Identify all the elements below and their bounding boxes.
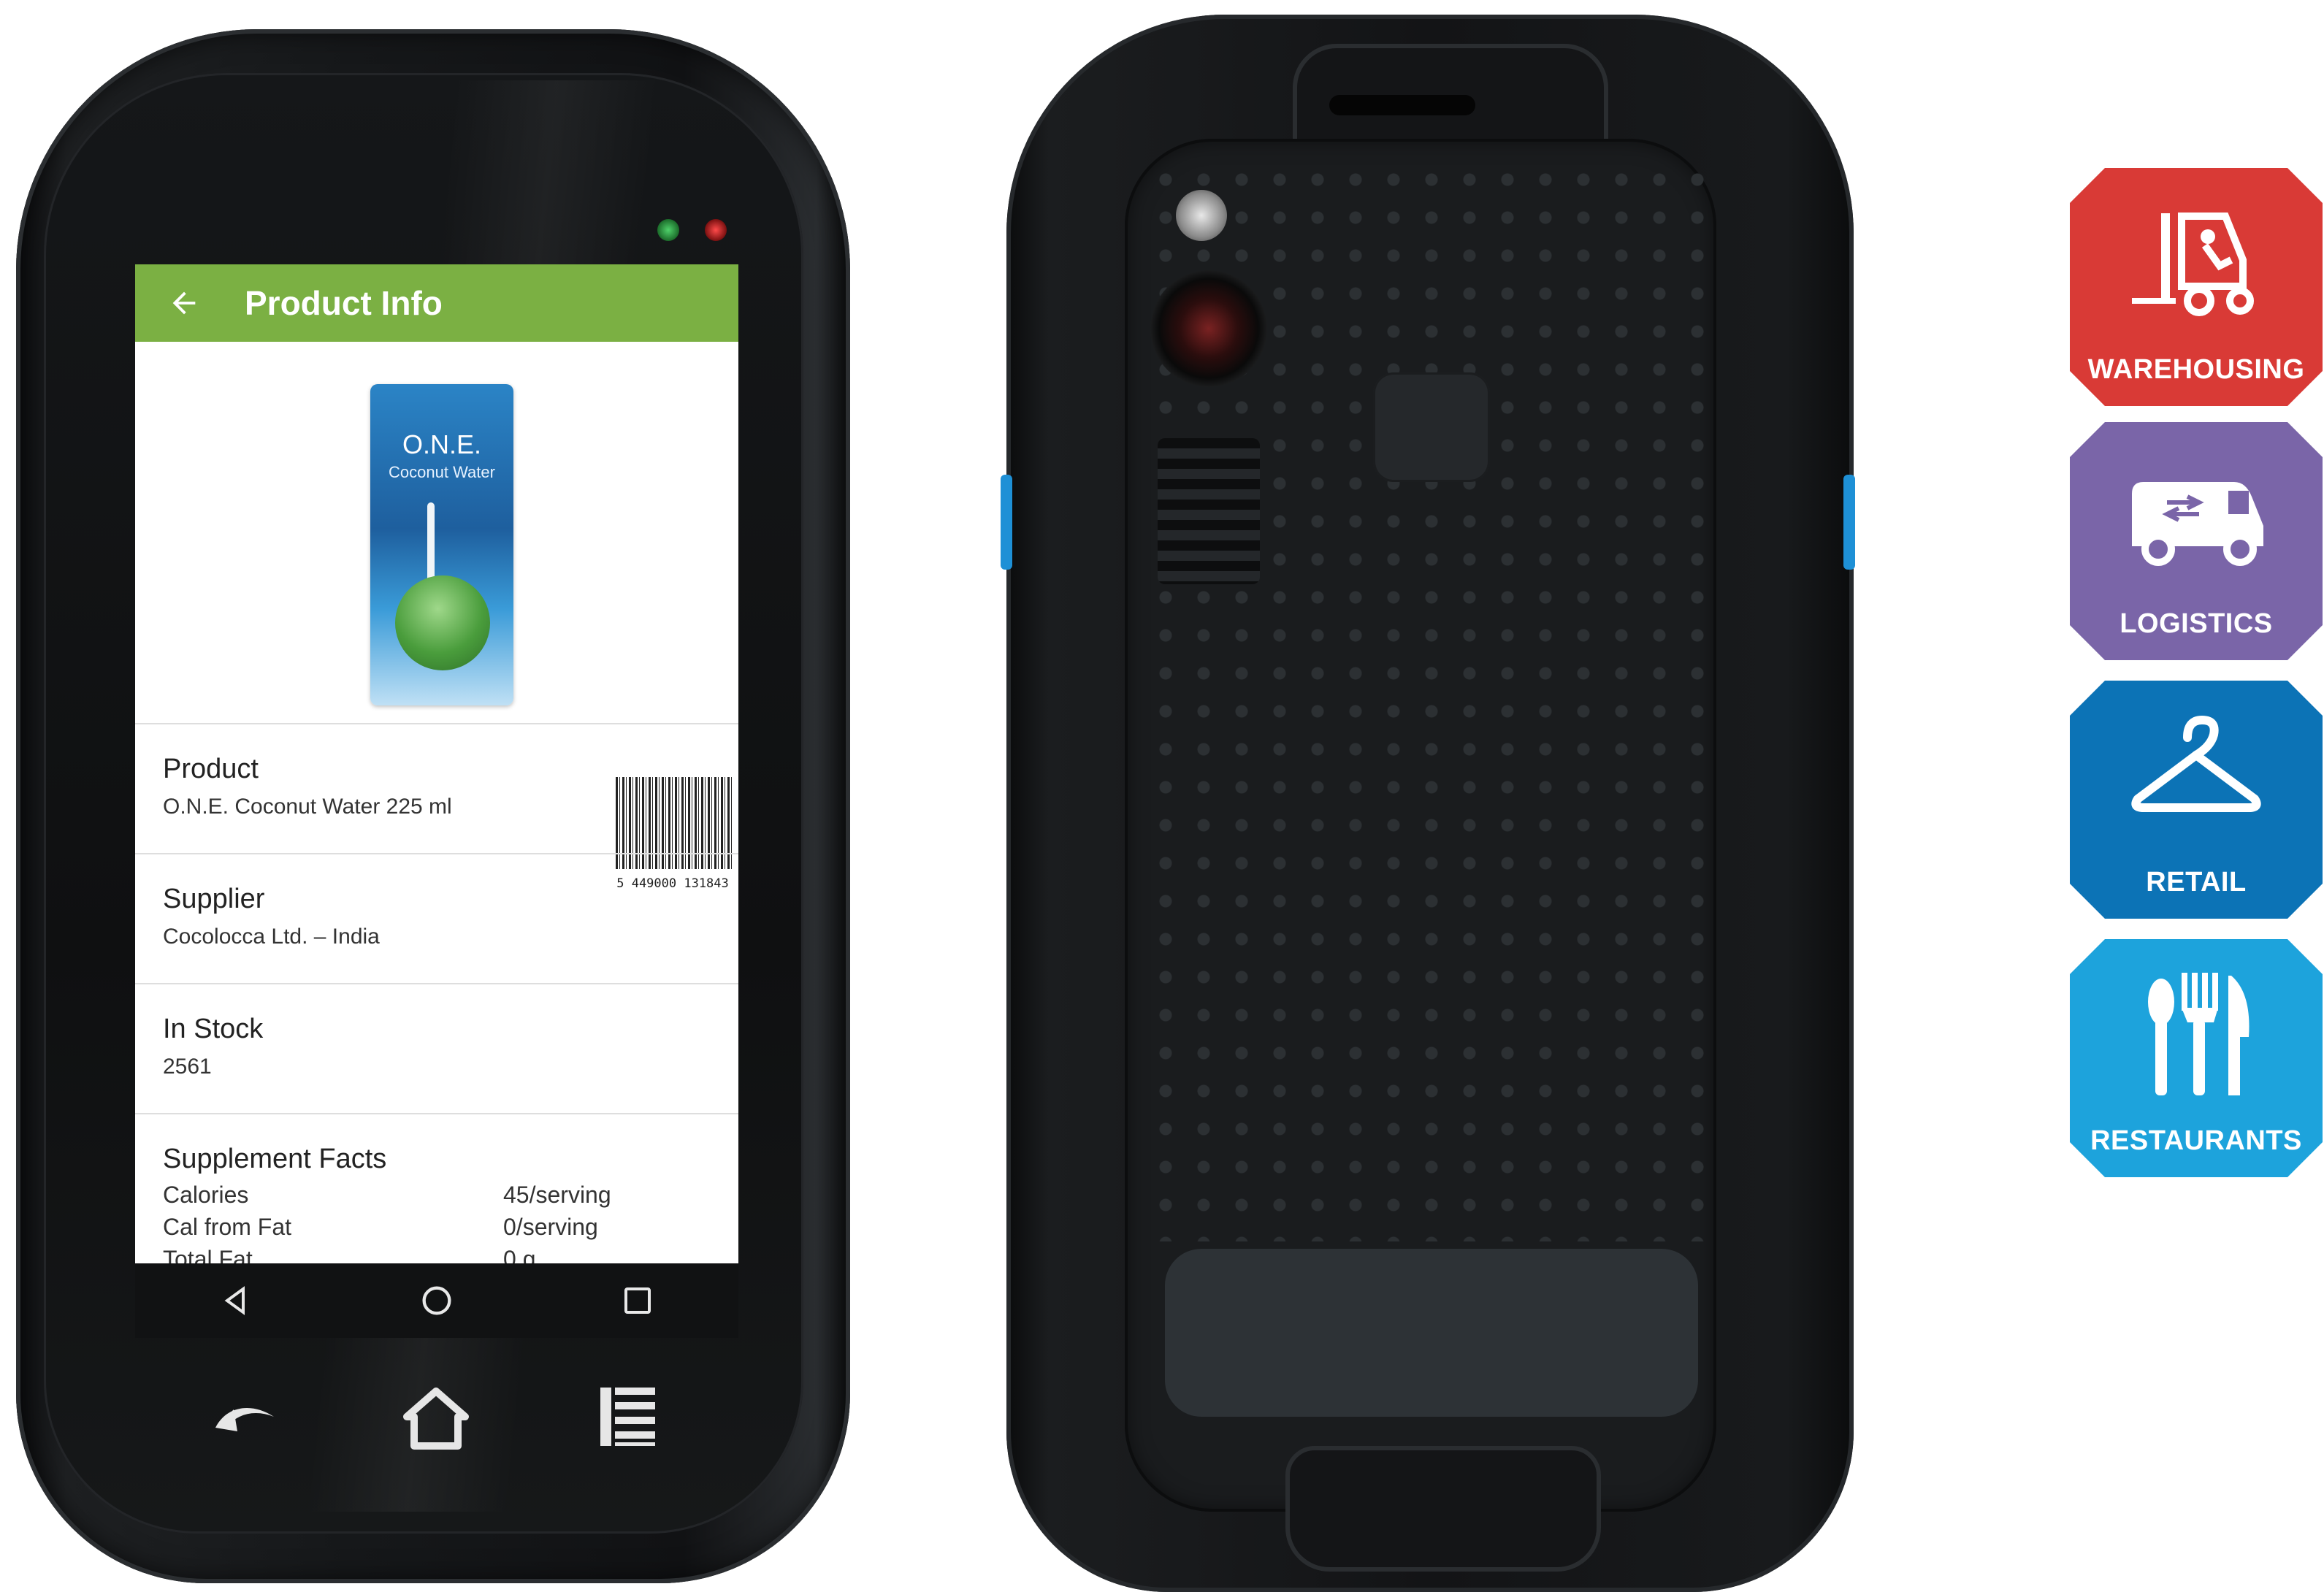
recents-square-icon xyxy=(624,1287,651,1314)
fingerprint-sensor xyxy=(1373,372,1490,482)
page-title: Product Info xyxy=(245,284,443,322)
top-slot xyxy=(1329,95,1475,115)
hw-menu-button[interactable] xyxy=(582,1373,670,1461)
info-label: Supplier xyxy=(163,884,265,914)
battery-label-plate xyxy=(1165,1249,1698,1417)
back-arrow-icon xyxy=(215,1408,274,1431)
coconut-graphic xyxy=(395,575,490,670)
van-icon xyxy=(2132,482,2263,566)
product-subtitle: Coconut Water xyxy=(389,463,495,481)
back-arrow-icon[interactable] xyxy=(167,286,201,320)
info-row-in-stock: In Stock 2561 xyxy=(135,983,738,1113)
rear-camera-lens xyxy=(1150,270,1267,387)
device-screen: Product Info O.N.E. Coconut Water 5 4490… xyxy=(135,264,738,1338)
badge-label: RESTAURANTS xyxy=(2090,1125,2302,1156)
badge-label: LOGISTICS xyxy=(2119,608,2273,639)
bottom-clip xyxy=(1285,1446,1601,1572)
cutlery-icon xyxy=(2148,973,2250,1095)
fact-value: 0/serving xyxy=(503,1214,598,1240)
home-circle-icon xyxy=(422,1286,451,1315)
product-image-area: O.N.E. Coconut Water xyxy=(135,342,738,705)
menu-list-icon xyxy=(600,1388,655,1446)
info-row-product: Product O.N.E. Coconut Water 225 ml xyxy=(135,723,738,853)
badge-logistics: LOGISTICS xyxy=(2070,422,2323,660)
info-value: Cocolocca Ltd. – India xyxy=(163,925,380,949)
info-label: Product xyxy=(163,754,259,784)
fact-name: Cal from Fat xyxy=(163,1214,292,1240)
nav-home-button[interactable] xyxy=(408,1271,466,1330)
status-led-green xyxy=(657,219,679,241)
badge-warehousing: WAREHOUSING xyxy=(2070,168,2323,406)
badge-label: WAREHOUSING xyxy=(2087,354,2305,385)
info-value: O.N.E. Coconut Water 225 ml xyxy=(163,795,452,819)
info-value: 2561 xyxy=(163,1055,212,1079)
hanger-icon xyxy=(2131,715,2261,812)
side-scan-key-left[interactable] xyxy=(1001,475,1012,570)
info-label: In Stock xyxy=(163,1014,264,1044)
side-scan-key-right[interactable] xyxy=(1843,475,1855,570)
speaker-grille xyxy=(1158,438,1260,584)
hardware-buttons xyxy=(135,1373,738,1482)
hw-home-button[interactable] xyxy=(392,1373,480,1461)
nav-back-button[interactable] xyxy=(207,1271,265,1330)
camera-flash xyxy=(1176,190,1227,241)
home-house-icon xyxy=(403,1388,469,1450)
nav-recents-button[interactable] xyxy=(608,1271,667,1330)
badge-retail: RETAIL xyxy=(2070,681,2323,919)
info-row-supplier: Supplier Cocolocca Ltd. – India xyxy=(135,853,738,983)
badge-label: RETAIL xyxy=(2146,867,2247,898)
app-bar: Product Info xyxy=(135,264,738,342)
android-nav-bar xyxy=(135,1263,738,1338)
forklift-icon xyxy=(2132,213,2254,316)
back-triangle-icon xyxy=(224,1286,245,1315)
fact-name: Calories xyxy=(163,1182,249,1208)
hw-back-button[interactable] xyxy=(201,1373,288,1461)
product-brand: O.N.E. xyxy=(402,429,482,459)
badge-restaurants: RESTAURANTS xyxy=(2070,939,2323,1177)
supplement-label: Supplement Facts xyxy=(163,1144,387,1174)
status-led-red xyxy=(705,219,727,241)
fact-value: 45/serving xyxy=(503,1182,611,1208)
